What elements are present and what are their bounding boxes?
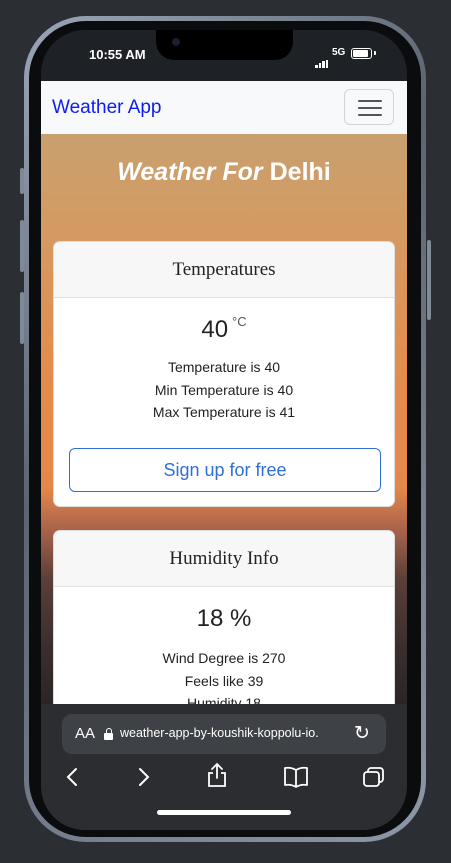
hamburger-icon <box>358 100 382 102</box>
temperature-value: 40 °C <box>54 314 394 344</box>
humidity-value: 18 % <box>196 605 252 632</box>
min-temperature-line: Min Temperature is 40 <box>154 381 294 398</box>
phone-screen: 10:55 AM 5G Weather App Weather For Delh… <box>41 30 407 830</box>
share-icon[interactable] <box>206 762 228 788</box>
battery-nub <box>374 51 376 55</box>
temperature-line: Temperature is 40 <box>167 359 281 375</box>
forward-icon[interactable] <box>137 766 151 788</box>
temperature-details: Temperature is 40 Min Temperature is 40 … <box>54 356 394 424</box>
url-text[interactable]: weather-app-by-koushik-koppolu-io. <box>120 726 352 740</box>
title-prefix: Weather For <box>117 158 263 186</box>
signal-icon <box>315 50 329 68</box>
reload-icon[interactable]: ↻ <box>354 722 370 745</box>
humidity-line: Humidity 18 <box>187 695 261 704</box>
navbar: Weather App <box>41 81 407 135</box>
side-button <box>20 220 24 272</box>
tabs-icon[interactable] <box>362 766 386 788</box>
network-label: 5G <box>332 47 346 58</box>
text-size-button[interactable]: AA <box>75 725 95 742</box>
humidity-card: Humidity Info 18 % Wind Degree is 270 Fe… <box>53 530 395 704</box>
humidity-details: Wind Degree is 270 Feels like 39 Humidit… <box>54 647 394 704</box>
wind-degree-line: Wind Degree is 270 <box>162 650 286 666</box>
side-button <box>427 240 431 320</box>
feels-like-line: Feels like 39 <box>184 672 264 689</box>
temperature-unit: °C <box>232 314 247 329</box>
address-bar[interactable]: AA weather-app-by-koushik-koppolu-io. ↻ <box>62 714 386 754</box>
status-bar: 10:55 AM 5G <box>41 30 407 80</box>
home-indicator <box>157 810 291 815</box>
card-header: Humidity Info <box>54 531 394 587</box>
notch <box>156 30 293 60</box>
status-time: 10:55 AM <box>89 47 146 62</box>
hamburger-icon <box>358 107 382 109</box>
city-name: Delhi <box>269 158 331 186</box>
navbar-brand[interactable]: Weather App <box>52 97 162 119</box>
side-button <box>20 168 24 194</box>
temperature-number: 40 <box>201 316 229 343</box>
side-button <box>20 292 24 344</box>
browser-toolbar: AA weather-app-by-koushik-koppolu-io. ↻ <box>41 704 407 830</box>
back-icon[interactable] <box>65 766 79 788</box>
temperature-card: Temperatures 40 °C Temperature is 40 Min … <box>53 241 395 507</box>
battery-icon <box>351 48 372 59</box>
bookmarks-icon[interactable] <box>283 766 309 788</box>
menu-toggle-button[interactable] <box>344 89 394 125</box>
lock-icon <box>104 728 113 740</box>
max-temperature-line: Max Temperature is 41 <box>152 404 296 420</box>
signup-button[interactable]: Sign up for free <box>69 448 381 492</box>
page-title: Weather For Delhi <box>41 158 407 187</box>
card-header: Temperatures <box>54 242 394 298</box>
hamburger-icon <box>358 114 382 116</box>
main-content[interactable]: Weather For Delhi Temperatures 40 °C Temp… <box>41 134 407 704</box>
camera-icon <box>172 38 180 46</box>
